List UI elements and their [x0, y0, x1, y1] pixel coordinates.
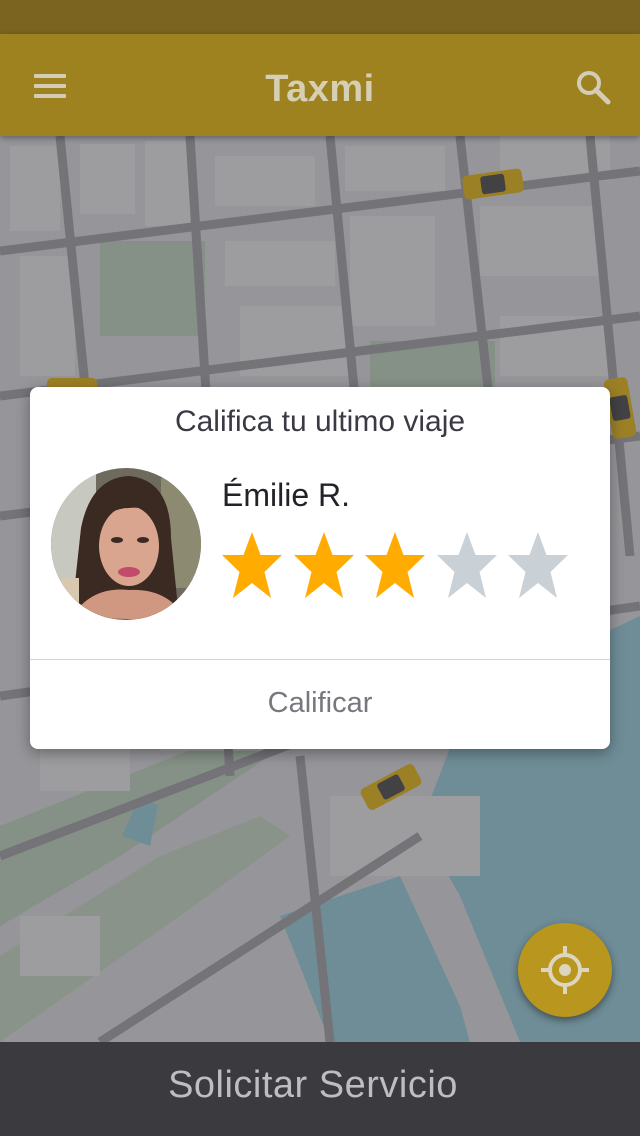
star-filled-icon[interactable]	[222, 530, 282, 600]
app-header: Taxmi	[0, 34, 640, 136]
search-icon[interactable]	[574, 68, 614, 108]
crosshair-locate-icon	[541, 946, 589, 994]
request-service-label: Solicitar Servicio	[168, 1064, 458, 1106]
star-empty-icon[interactable]	[508, 530, 568, 600]
locate-button[interactable]	[518, 923, 612, 1017]
dialog-title: Califica tu ultimo viaje	[174, 405, 466, 438]
driver-name: Émilie R.	[222, 477, 351, 513]
rate-button[interactable]: Calificar	[30, 660, 610, 749]
request-service-bar[interactable]: Solicitar Servicio	[0, 1042, 640, 1136]
driver-avatar	[51, 468, 201, 620]
star-filled-icon[interactable]	[365, 530, 425, 600]
rating-dialog: Califica tu ultimo viaje Émilie R. Calif…	[30, 387, 610, 749]
status-bar	[0, 0, 640, 34]
star-empty-icon[interactable]	[436, 530, 497, 600]
app-title: Taxmi	[265, 68, 375, 110]
star-filled-icon[interactable]	[293, 530, 354, 600]
